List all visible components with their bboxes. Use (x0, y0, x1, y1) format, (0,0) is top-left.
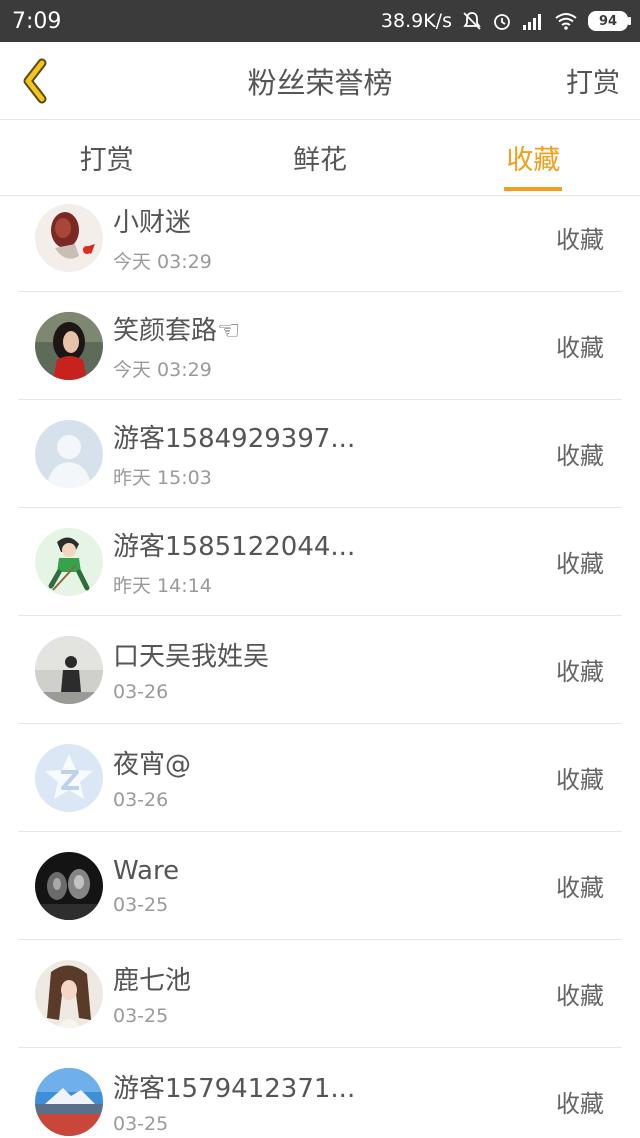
timestamp: 03-25 (113, 1113, 169, 1135)
list-item-text: 游客1579412371... 03-25 (113, 1068, 556, 1135)
battery-icon: 94 (588, 11, 631, 31)
user-name: 夜宵@ (113, 750, 192, 780)
avatar[interactable] (35, 311, 103, 380)
action-label: 收藏 (556, 226, 604, 254)
timestamp: 今天 03:29 (113, 250, 212, 273)
wifi-icon (554, 12, 578, 30)
avatar[interactable] (35, 1067, 103, 1136)
status-time: 7:09 (12, 8, 62, 34)
timestamp: 今天 03:29 (113, 358, 212, 381)
user-name: 笑颜套路☜ (113, 315, 241, 346)
list-item[interactable]: 游客1579412371... 03-25 收藏 (18, 1048, 622, 1138)
list-item-text: 小财迷 今天 03:29 (113, 202, 556, 274)
list-item[interactable]: 游客1584929397... 昨天 15:03 收藏 (18, 400, 622, 508)
timestamp: 昨天 15:03 (113, 466, 212, 489)
list-item-text: Ware 03-25 (113, 856, 556, 916)
list-item[interactable]: 游客1585122044... 昨天 14:14 收藏 (18, 508, 622, 616)
user-name: 游客1579412371... (113, 1074, 356, 1104)
avatar[interactable] (35, 635, 103, 704)
tab-bar: 打赏 鲜花 收藏 (0, 120, 640, 196)
signal-icon (522, 12, 544, 30)
tab-flowers[interactable]: 鲜花 (213, 120, 426, 195)
list-item-text: 口天吴我姓吴 03-26 (113, 636, 556, 703)
avatar[interactable] (35, 527, 103, 596)
back-button[interactable] (0, 42, 70, 120)
list-item[interactable]: 小财迷 今天 03:29 收藏 (18, 196, 622, 292)
user-name: 游客1585122044... (113, 531, 356, 562)
action-label: 收藏 (556, 550, 604, 578)
action-label: 收藏 (556, 874, 604, 902)
user-name: 游客1584929397... (113, 423, 356, 454)
network-speed: 38.9K/s (380, 10, 452, 32)
avatar[interactable] (35, 959, 103, 1028)
timestamp: 03-26 (113, 681, 169, 703)
action-label: 收藏 (556, 334, 604, 362)
timestamp: 昨天 14:14 (113, 574, 212, 597)
timestamp: 03-25 (113, 1005, 169, 1027)
timestamp: 03-25 (113, 893, 169, 916)
list-item-text: 鹿七池 03-25 (113, 960, 556, 1027)
chevron-left-icon (23, 58, 47, 103)
tab-label: 鲜花 (292, 145, 347, 176)
avatar[interactable] (35, 743, 103, 812)
mute-bell-icon (462, 11, 482, 31)
list-item[interactable]: 口天吴我姓吴 03-26 收藏 (18, 616, 622, 724)
list-item-text: 笑颜套路☜ 今天 03:29 (113, 310, 556, 382)
alarm-icon (492, 11, 512, 31)
user-name: 小财迷 (113, 207, 192, 238)
tab-favorites[interactable]: 收藏 (427, 120, 640, 195)
action-label: 收藏 (556, 658, 604, 686)
list-item[interactable]: 夜宵@ 03-26 收藏 (18, 724, 622, 832)
action-label: 收藏 (556, 766, 604, 794)
tab-label: 打赏 (79, 145, 134, 176)
list-item-text: 游客1585122044... 昨天 14:14 (113, 526, 556, 598)
tip-button[interactable]: 打赏 (566, 61, 620, 100)
status-icons: 38.9K/s 94 (380, 10, 631, 32)
avatar[interactable] (35, 851, 103, 920)
list-item[interactable]: 鹿七池 03-25 收藏 (18, 940, 622, 1048)
fan-list-content: 小财迷 今天 03:29 收藏 笑颜套路☜ 今天 03:29 收藏 游客1584… (0, 196, 640, 1138)
action-label: 收藏 (556, 442, 604, 470)
fan-list[interactable]: 小财迷 今天 03:29 收藏 笑颜套路☜ 今天 03:29 收藏 游客1584… (0, 196, 640, 1138)
list-item-text: 夜宵@ 03-26 (113, 744, 556, 811)
list-item-text: 游客1584929397... 昨天 15:03 (113, 418, 556, 490)
user-name: 鹿七池 (113, 966, 192, 996)
user-name: Ware (113, 855, 180, 886)
avatar[interactable] (35, 203, 103, 272)
action-label: 收藏 (556, 982, 604, 1010)
page-title: 粉丝荣誉榜 (247, 65, 393, 100)
action-label: 收藏 (556, 1090, 604, 1118)
user-name: 口天吴我姓吴 (113, 642, 270, 672)
status-bar: 7:09 38.9K/s 94 (0, 0, 640, 42)
header: 粉丝荣誉榜 打赏 (0, 42, 640, 120)
timestamp: 03-26 (113, 789, 169, 811)
tab-tip[interactable]: 打赏 (0, 120, 213, 195)
tab-active-indicator (504, 187, 563, 191)
list-item[interactable]: 笑颜套路☜ 今天 03:29 收藏 (18, 292, 622, 400)
avatar[interactable] (35, 419, 103, 488)
tab-label: 收藏 (506, 145, 561, 176)
list-item[interactable]: Ware 03-25 收藏 (18, 832, 622, 940)
screen: 7:09 38.9K/s 94 粉丝荣誉榜 打赏 打赏 鲜花 收藏 小财迷 今天… (0, 0, 640, 1138)
